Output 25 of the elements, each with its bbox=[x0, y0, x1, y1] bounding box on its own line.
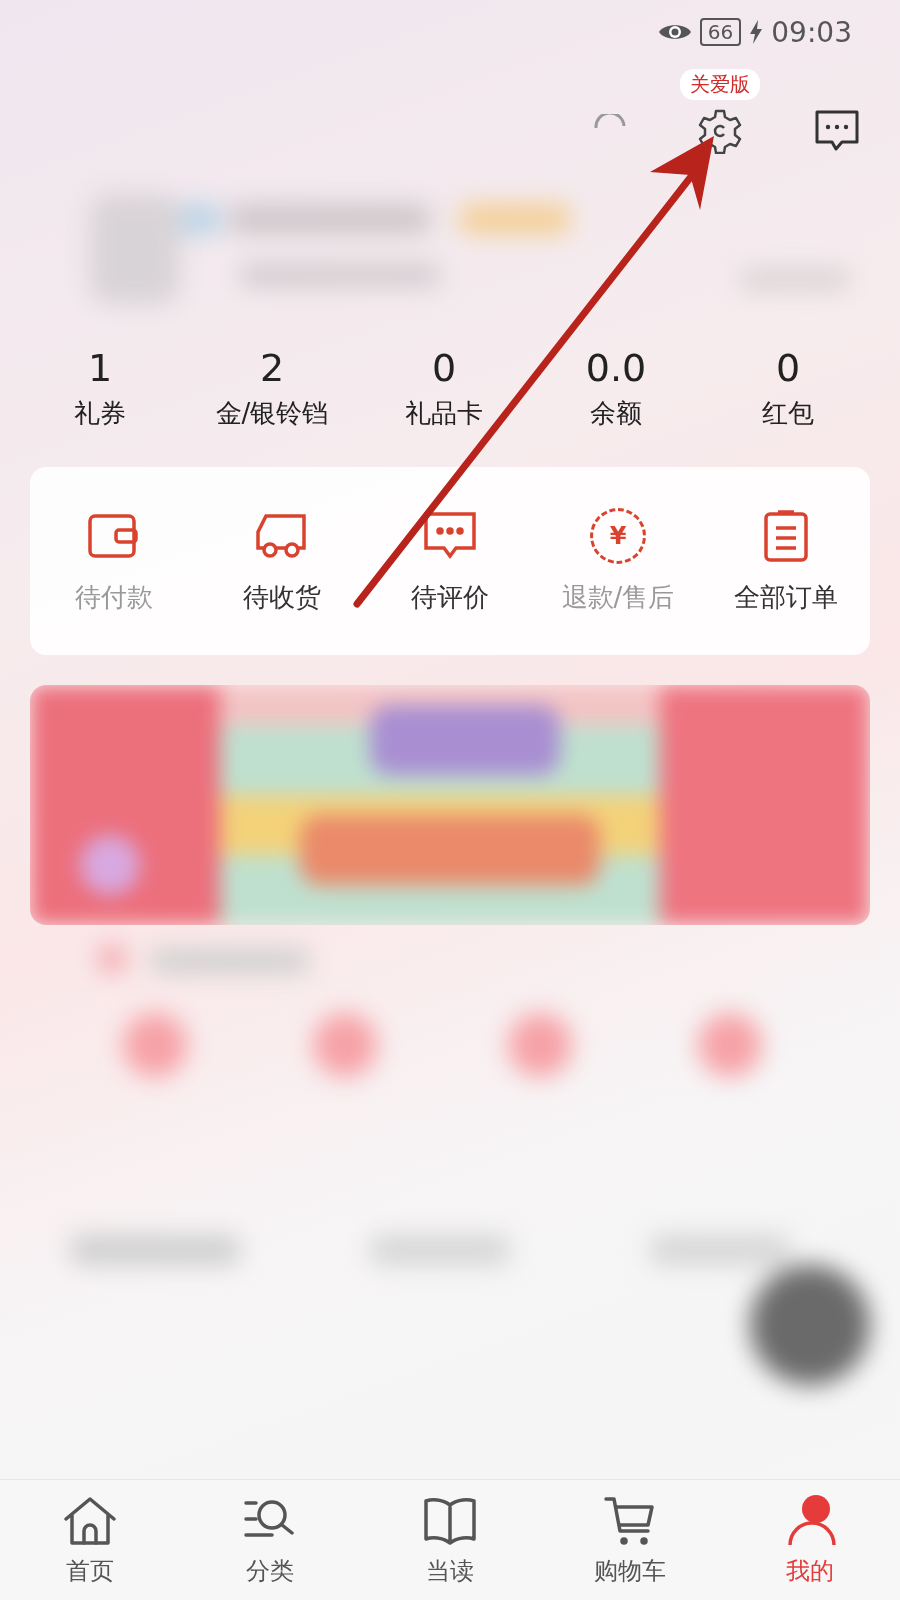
care-version-badge: 关爱版 bbox=[680, 69, 760, 100]
charging-icon bbox=[749, 20, 764, 44]
tab-bar-item[interactable]: 分类 bbox=[180, 1480, 360, 1600]
stat-label: 红包 bbox=[762, 397, 814, 430]
stat-value: 0.0 bbox=[585, 346, 647, 390]
refund-icon: ¥ bbox=[590, 507, 646, 564]
battery-level: 66 bbox=[699, 18, 742, 46]
stat-label: 余额 bbox=[590, 397, 642, 430]
order-status-link[interactable]: 待评价 bbox=[411, 579, 489, 615]
stat-value: 2 bbox=[259, 346, 285, 390]
tab-bar-item[interactable]: 购物车 bbox=[540, 1480, 720, 1600]
tab-bar-item[interactable]: 当读 bbox=[360, 1480, 540, 1600]
stat-label: 礼券 bbox=[74, 397, 126, 430]
loading-icon bbox=[594, 114, 626, 130]
stat-value: 1 bbox=[87, 346, 113, 390]
clock-time: 09:03 bbox=[771, 15, 852, 49]
stat-value: 0 bbox=[775, 346, 801, 390]
tab-bar-item[interactable]: 首页 bbox=[0, 1480, 180, 1600]
tab-bar-item[interactable]: 我的 bbox=[720, 1480, 900, 1600]
stat-label: 金/银铃铛 bbox=[215, 397, 329, 430]
settings-icon[interactable] bbox=[697, 108, 743, 154]
order-status-link[interactable]: 待收货 bbox=[243, 579, 321, 615]
stat-label: 礼品卡 bbox=[405, 397, 483, 430]
order-status-link[interactable]: 全部订单 bbox=[734, 579, 838, 615]
stat-value: 0 bbox=[431, 346, 457, 390]
